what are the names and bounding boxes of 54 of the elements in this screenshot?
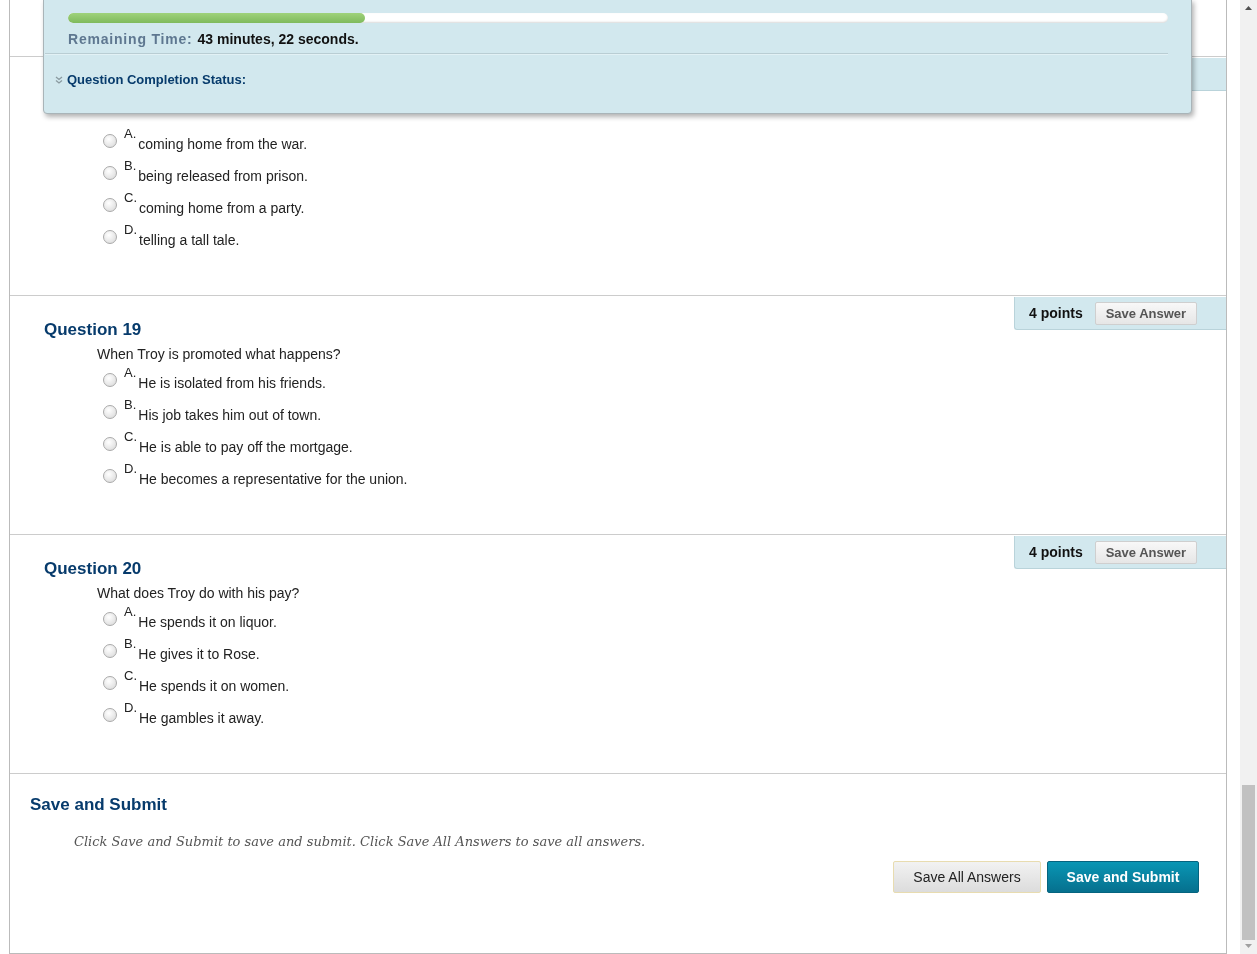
choice-text: He is isolated from his friends. — [138, 375, 326, 391]
remaining-time-value: 43 minutes, 22 seconds. — [197, 31, 359, 47]
choice-letter: B. — [124, 636, 137, 651]
chevron-icon — [55, 75, 63, 84]
radio-button[interactable] — [103, 230, 117, 244]
scroll-thumb[interactable] — [1242, 785, 1255, 940]
radio-button[interactable] — [103, 469, 117, 483]
save-answer-button[interactable]: Save Answer — [1094, 301, 1198, 325]
question-title: Question 20 — [43, 558, 143, 580]
question-title: Question 19 — [43, 319, 143, 341]
instructions-text: Click Save and Submit to save and submit. Click Save All Answers to save all answers. — [74, 834, 647, 849]
choice-text: telling a tall tale. — [139, 232, 240, 248]
radio-button[interactable] — [103, 676, 117, 690]
radio-button[interactable] — [103, 612, 117, 626]
radio-button[interactable] — [103, 437, 117, 451]
choice-text: being released from prison. — [138, 168, 308, 184]
points-label: 4 points — [1029, 544, 1083, 560]
radio-button[interactable] — [103, 373, 117, 387]
choice-text: He gives it to Rose. — [138, 646, 260, 662]
choice-letter: D. — [124, 461, 137, 476]
choice-text: His job takes him out of town. — [138, 407, 322, 423]
choice-letter: C. — [124, 429, 137, 444]
question-prompt: When Troy is promoted what happens? — [96, 345, 342, 364]
save-answer-button[interactable]: Save Answer — [1094, 540, 1198, 564]
choice-letter: A. — [124, 365, 137, 380]
save-all-button[interactable]: Save All Answers — [893, 861, 1041, 893]
radio-button[interactable] — [103, 166, 117, 180]
choice-text: He gambles it away. — [139, 710, 264, 726]
radio-button[interactable] — [103, 644, 117, 658]
remaining-time-label: Remaining Time: — [68, 31, 193, 47]
choice-text: He becomes a representative for the union. — [139, 471, 408, 487]
radio-button[interactable] — [103, 198, 117, 212]
choice-text: He spends it on liquor. — [138, 614, 277, 630]
radio-button[interactable] — [103, 708, 117, 722]
choice-letter: C. — [124, 190, 137, 205]
choice-text: He is able to pay off the mortgage. — [139, 439, 353, 455]
radio-button[interactable] — [103, 405, 117, 419]
points-label: 4 points — [1029, 305, 1083, 321]
choice-letter: A. — [124, 126, 137, 141]
section-title: Save and Submit — [29, 794, 168, 815]
question-prompt: What does Troy do with his pay? — [96, 584, 301, 603]
choice-letter: D. — [124, 222, 137, 237]
choice-text: coming home from the war. — [138, 136, 308, 152]
choice-letter: D. — [124, 700, 137, 715]
choice-text: He spends it on women. — [139, 678, 290, 694]
completion-status-toggle[interactable]: Question Completion Status: — [55, 72, 247, 87]
choice-letter: B. — [124, 158, 137, 173]
choice-letter: C. — [124, 668, 137, 683]
choice-text: coming home from a party. — [139, 200, 305, 216]
choice-letter: A. — [124, 604, 137, 619]
save-and-submit-button[interactable]: Save and Submit — [1047, 861, 1199, 893]
choice-letter: B. — [124, 397, 137, 412]
radio-button[interactable] — [103, 134, 117, 148]
scrollbar[interactable] — [1240, 0, 1257, 954]
